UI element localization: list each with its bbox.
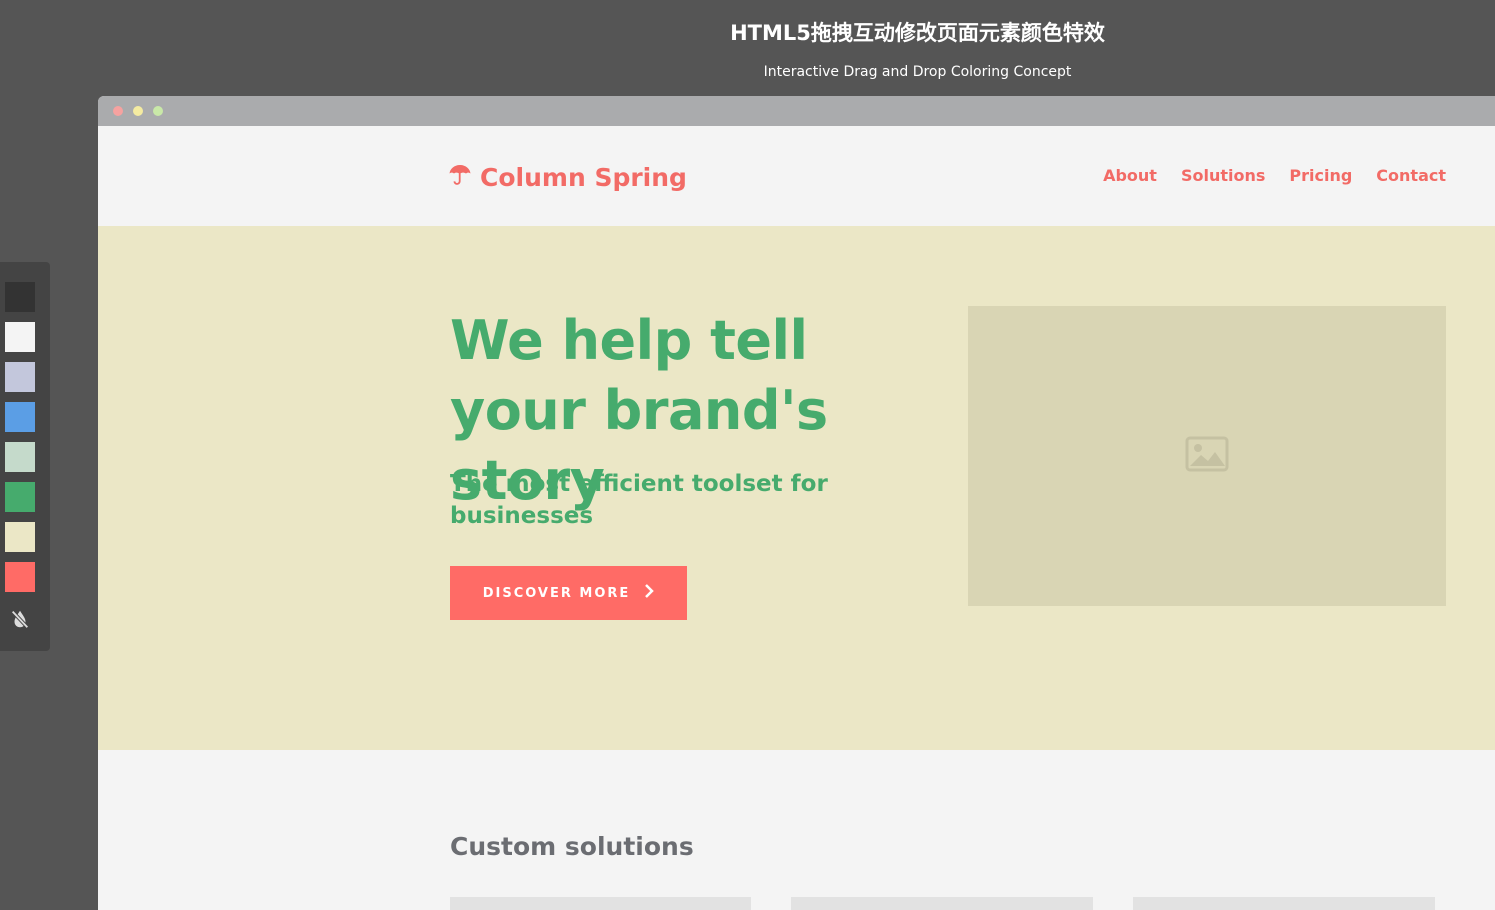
site-logo[interactable]: Column Spring xyxy=(448,161,687,193)
hero-image-placeholder xyxy=(968,306,1446,606)
discover-more-label: DISCOVER MORE xyxy=(482,585,631,601)
no-drop-icon[interactable] xyxy=(7,606,33,632)
section-title: Custom solutions xyxy=(450,832,694,861)
swatch-dark[interactable] xyxy=(5,282,35,312)
window-minimize-dot[interactable] xyxy=(133,106,143,116)
site-navbar: Column Spring About Solutions Pricing Co… xyxy=(98,126,1495,226)
logo-text: Column Spring xyxy=(480,162,687,192)
swatch-green[interactable] xyxy=(5,482,35,512)
nav-link-about[interactable]: About xyxy=(1103,165,1157,187)
umbrella-icon xyxy=(448,162,472,192)
swatch-light-gray[interactable] xyxy=(5,322,35,352)
swatch-blue[interactable] xyxy=(5,402,35,432)
browser-title-bar xyxy=(98,96,1495,126)
swatch-cream[interactable] xyxy=(5,522,35,552)
solution-card xyxy=(1133,897,1435,910)
nav-links: About Solutions Pricing Contact xyxy=(1103,165,1446,187)
color-palette xyxy=(0,262,50,651)
browser-window: Column Spring About Solutions Pricing Co… xyxy=(98,96,1495,910)
image-placeholder-icon xyxy=(1185,436,1229,476)
window-close-dot[interactable] xyxy=(113,106,123,116)
nav-link-contact[interactable]: Contact xyxy=(1376,165,1446,187)
hero-section: We help tell your brand's story The most… xyxy=(98,226,1495,750)
discover-more-button[interactable]: DISCOVER MORE xyxy=(450,566,687,620)
nav-link-pricing[interactable]: Pricing xyxy=(1289,165,1352,187)
hero-subtitle: The most efficient toolset for businesse… xyxy=(450,471,828,529)
swatch-lavender[interactable] xyxy=(5,362,35,392)
swatch-coral[interactable] xyxy=(5,562,35,592)
page-header: HTML5拖拽互动修改页面元素颜色特效 Interactive Drag and… xyxy=(0,0,1495,96)
swatch-mint[interactable] xyxy=(5,442,35,472)
nav-link-solutions[interactable]: Solutions xyxy=(1181,165,1265,187)
window-maximize-dot[interactable] xyxy=(153,106,163,116)
page-subtitle: Interactive Drag and Drop Coloring Conce… xyxy=(763,64,1072,80)
page-title: HTML5拖拽互动修改页面元素颜色特效 xyxy=(730,21,1105,45)
chevron-right-icon xyxy=(644,584,655,602)
solution-card xyxy=(450,897,751,910)
solution-card xyxy=(791,897,1093,910)
